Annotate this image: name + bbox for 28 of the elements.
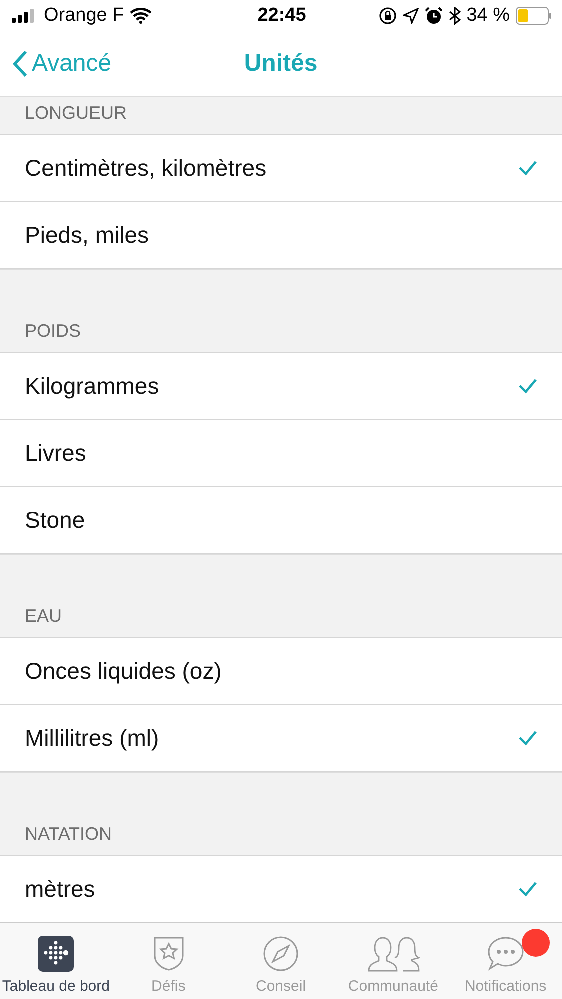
rotation-lock-icon — [378, 7, 397, 25]
dots-logo-icon — [38, 936, 74, 972]
section-header: LONGUEUR — [25, 103, 128, 124]
bluetooth-icon — [448, 7, 461, 25]
chat-bubble-icon — [486, 936, 525, 972]
location-arrow-icon — [402, 8, 419, 24]
section-header: EAU — [25, 606, 62, 627]
battery-icon — [516, 7, 552, 25]
unit-option[interactable]: Kilogrammes — [0, 353, 562, 420]
alarm-clock-icon — [424, 7, 443, 25]
unit-option[interactable]: Millilitres (ml) — [0, 705, 562, 772]
wifi-icon — [130, 8, 152, 24]
chevron-left-icon — [12, 50, 28, 78]
people-icon — [366, 936, 420, 972]
page-title: Unités — [244, 50, 318, 78]
unit-option[interactable]: Pieds, miles — [0, 202, 562, 269]
unit-option[interactable]: mètres — [0, 856, 562, 922]
section-header: POIDS — [25, 321, 82, 342]
unit-option[interactable]: Livres — [0, 420, 562, 487]
unit-option[interactable]: Centimètres, kilomètres — [0, 135, 562, 202]
battery-percent: 34 % — [466, 5, 510, 27]
section-header: NATATION — [25, 824, 112, 845]
clock-time: 22:45 — [258, 5, 306, 27]
compass-icon — [263, 936, 300, 972]
unit-option[interactable]: Onces liquides (oz) — [0, 638, 562, 705]
unit-option[interactable]: Stone — [0, 487, 562, 554]
tab-bar-item[interactable]: Tableau de bord — [0, 923, 112, 999]
carrier-name: Orange F — [44, 5, 124, 27]
